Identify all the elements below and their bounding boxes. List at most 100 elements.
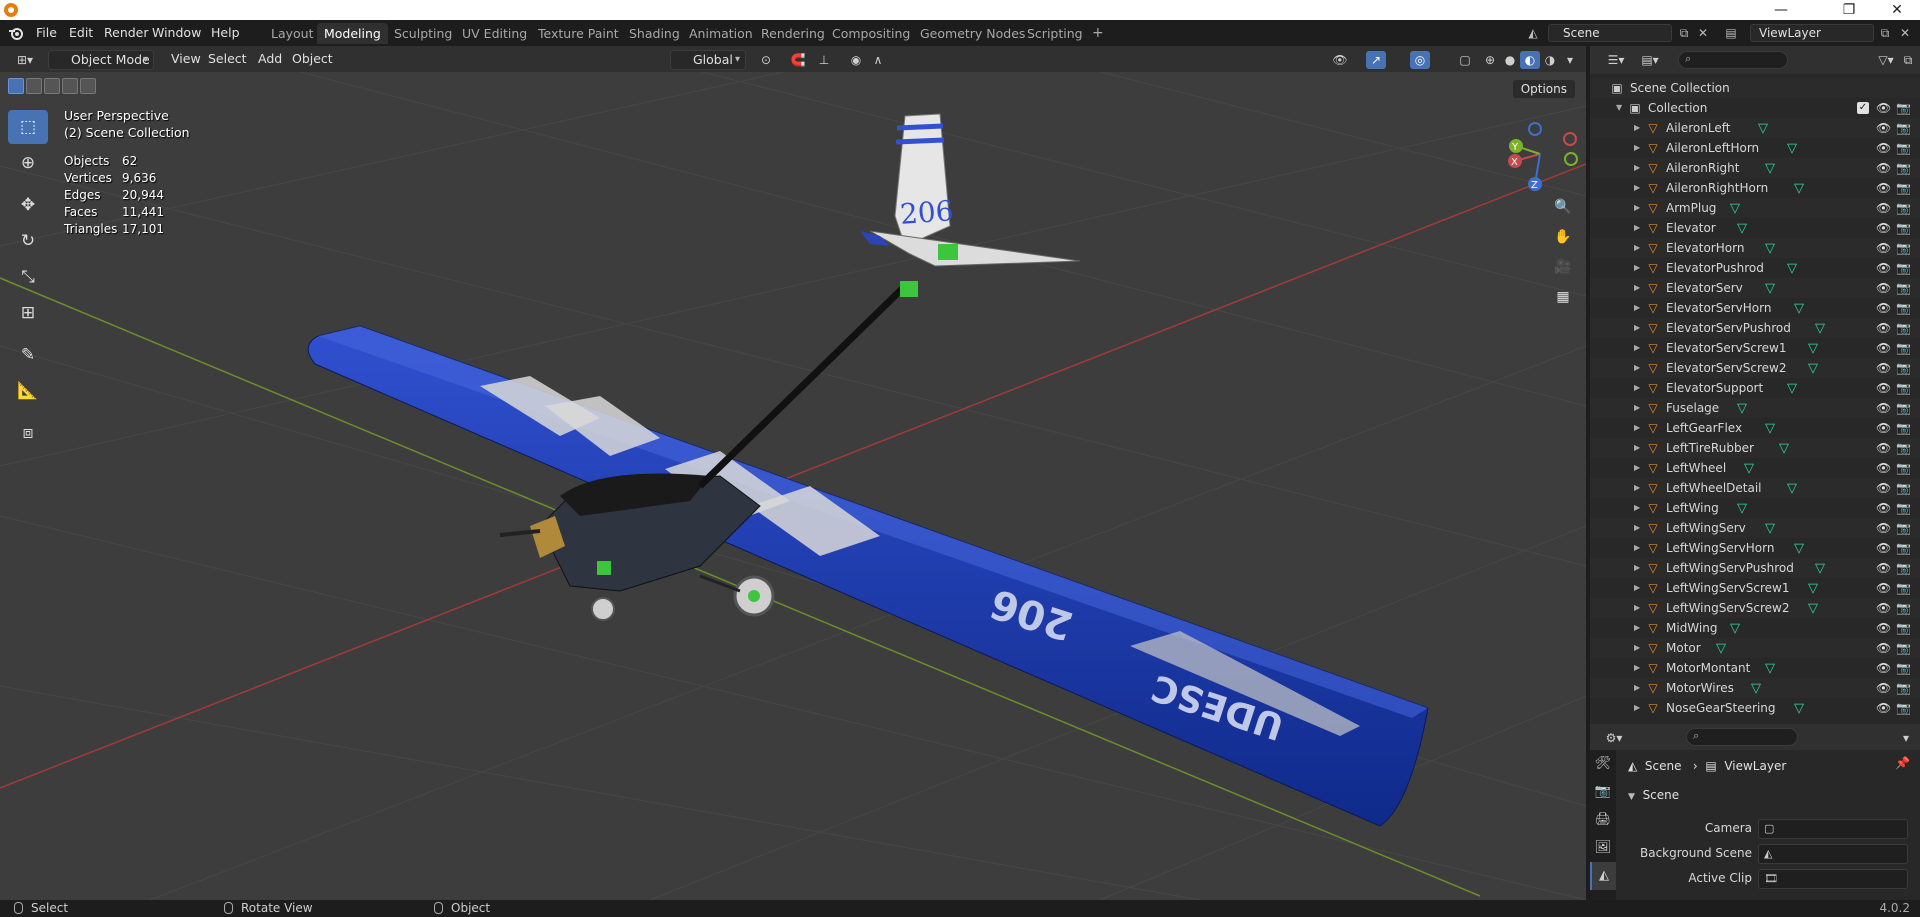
outliner-object-row[interactable]: ▶ ▽ MidWing ▽ 👁 📷	[1590, 618, 1920, 638]
outliner-object-row[interactable]: ▶ ▽ LeftWingServHorn ▽ 👁 📷	[1590, 538, 1920, 558]
collapse-triangle-icon[interactable]: ▼	[1616, 98, 1622, 118]
eye-icon[interactable]: 👁	[1876, 238, 1891, 258]
render-camera-icon[interactable]: 📷	[1896, 98, 1911, 118]
render-camera-icon[interactable]: 📷	[1896, 358, 1911, 378]
outliner-editor-type-icon[interactable]: ☰▾	[1602, 51, 1630, 69]
select-box-tool-icon[interactable]: ⬚	[8, 110, 48, 144]
material-shading-icon[interactable]: ◐	[1520, 51, 1540, 69]
mesh-data-icon[interactable]: ▽	[1794, 179, 1804, 199]
mesh-data-icon[interactable]: ▽	[1758, 119, 1768, 139]
gizmo-neg-z-icon[interactable]	[1528, 122, 1542, 136]
move-tool-icon[interactable]: ✥	[8, 188, 48, 222]
menu-add[interactable]: Add	[252, 50, 288, 70]
active-clip-field[interactable]: 🎞	[1758, 869, 1908, 889]
menu-object[interactable]: Object	[286, 50, 339, 70]
eye-icon[interactable]: 👁	[1876, 658, 1891, 678]
eye-icon[interactable]: 👁	[1876, 98, 1891, 118]
outliner-object-row[interactable]: ▶ ▽ LeftWingServPushrod ▽ 👁 📷	[1590, 558, 1920, 578]
mesh-data-icon[interactable]: ▽	[1737, 499, 1747, 519]
eye-icon[interactable]: 👁	[1876, 398, 1891, 418]
properties-options-icon[interactable]: ▾	[1896, 729, 1916, 747]
eye-icon[interactable]: 👁	[1876, 678, 1891, 698]
mesh-data-icon[interactable]: ▽	[1794, 299, 1804, 319]
outliner-object-row[interactable]: ▶ ▽ LeftGearFlex ▽ 👁 📷	[1590, 418, 1920, 438]
add-workspace-icon[interactable]: +	[1085, 23, 1111, 44]
camera-field[interactable]: ▢	[1758, 819, 1908, 839]
expand-triangle-icon[interactable]: ▶	[1634, 678, 1640, 698]
mesh-data-icon[interactable]: ▽	[1808, 359, 1818, 379]
render-camera-icon[interactable]: 📷	[1896, 618, 1911, 638]
eye-icon[interactable]: 👁	[1876, 698, 1891, 718]
eye-icon[interactable]: 👁	[1876, 338, 1891, 358]
render-camera-icon[interactable]: 📷	[1896, 138, 1911, 158]
eye-icon[interactable]: 👁	[1876, 278, 1891, 298]
minimize-icon[interactable]: —	[1758, 0, 1804, 20]
falloff-icon[interactable]: ∧	[868, 51, 888, 69]
delete-viewlayer-icon[interactable]: ✕	[1896, 25, 1914, 41]
mesh-data-icon[interactable]: ▽	[1730, 619, 1740, 639]
mesh-data-icon[interactable]: ▽	[1794, 539, 1804, 559]
scene-selector[interactable]: Scene	[1548, 24, 1672, 42]
tab-animation[interactable]: Animation	[682, 23, 760, 44]
eye-icon[interactable]: 👁	[1876, 578, 1891, 598]
display-mode-icon[interactable]: ▤▾	[1636, 51, 1664, 69]
expand-triangle-icon[interactable]: ▶	[1634, 218, 1640, 238]
pin-icon[interactable]: 📌	[1895, 756, 1910, 770]
gizmo-neg-y-icon[interactable]	[1564, 152, 1578, 166]
new-viewlayer-icon[interactable]: ⧉	[1876, 25, 1894, 41]
output-tab-icon[interactable]: 🖨	[1590, 806, 1616, 834]
mesh-data-icon[interactable]: ▽	[1751, 679, 1761, 699]
render-camera-icon[interactable]: 📷	[1896, 338, 1911, 358]
scene-panel-header[interactable]: ▼ Scene	[1628, 784, 1910, 806]
render-camera-icon[interactable]: 📷	[1896, 418, 1911, 438]
mesh-data-icon[interactable]: ▽	[1765, 239, 1775, 259]
outliner-object-row[interactable]: ▶ ▽ AileronLeft ▽ 👁 📷	[1590, 118, 1920, 138]
render-camera-icon[interactable]: 📷	[1896, 678, 1911, 698]
outliner-object-row[interactable]: ▶ ▽ ElevatorServPushrod ▽ 👁 📷	[1590, 318, 1920, 338]
rendered-shading-icon[interactable]: ◑	[1540, 51, 1560, 69]
menu-help[interactable]: Help	[205, 24, 246, 42]
expand-triangle-icon[interactable]: ▶	[1634, 698, 1640, 718]
gizmo-neg-x-icon[interactable]	[1563, 132, 1577, 146]
transform-tool-icon[interactable]: ⊞	[8, 296, 48, 330]
render-camera-icon[interactable]: 📷	[1896, 538, 1911, 558]
tab-shading[interactable]: Shading	[622, 23, 687, 44]
render-tab-icon[interactable]: 📷	[1590, 778, 1616, 806]
3d-viewport[interactable]: 206 206 UDESC ⊞▾ Object Mode View Select…	[0, 46, 1586, 900]
expand-triangle-icon[interactable]: ▶	[1634, 358, 1640, 378]
scene-browse-icon[interactable]: ◭	[1524, 25, 1542, 41]
viewlayer-browse-icon[interactable]: ▤	[1722, 25, 1740, 41]
collection-row[interactable]: ▼ ▣ Collection ✓ 👁 📷	[1590, 98, 1920, 118]
expand-triangle-icon[interactable]: ▶	[1634, 198, 1640, 218]
expand-triangle-icon[interactable]: ▶	[1634, 118, 1640, 138]
render-camera-icon[interactable]: 📷	[1896, 478, 1911, 498]
mesh-data-icon[interactable]: ▽	[1765, 279, 1775, 299]
snap-target-icon[interactable]: ⊥	[814, 51, 834, 69]
eye-icon[interactable]: 👁	[1876, 618, 1891, 638]
outliner-search-input[interactable]: ⌕	[1678, 51, 1788, 69]
mesh-data-icon[interactable]: ▽	[1737, 219, 1747, 239]
scene-tab-icon[interactable]: ◭	[1590, 862, 1616, 890]
select-extend-icon[interactable]	[26, 78, 42, 94]
properties-search-input[interactable]: ⌕	[1686, 728, 1798, 746]
outliner-object-row[interactable]: ▶ ▽ ElevatorPushrod ▽ 👁 📷	[1590, 258, 1920, 278]
expand-triangle-icon[interactable]: ▶	[1634, 598, 1640, 618]
transform-orientation-dropdown[interactable]: Global	[670, 50, 746, 70]
expand-triangle-icon[interactable]: ▶	[1634, 158, 1640, 178]
outliner-object-row[interactable]: ▶ ▽ ElevatorSupport ▽ 👁 📷	[1590, 378, 1920, 398]
gizmo-toggle-icon[interactable]: ↗	[1366, 51, 1386, 69]
eye-icon[interactable]: 👁	[1876, 358, 1891, 378]
tab-compositing[interactable]: Compositing	[825, 23, 917, 44]
mesh-data-icon[interactable]: ▽	[1815, 319, 1825, 339]
new-collection-icon[interactable]: ⧉	[1898, 51, 1918, 69]
zoom-icon[interactable]: 🔍	[1550, 194, 1576, 220]
expand-triangle-icon[interactable]: ▶	[1634, 278, 1640, 298]
expand-triangle-icon[interactable]: ▶	[1634, 238, 1640, 258]
navigation-gizmo[interactable]: X Y Z	[1500, 114, 1580, 194]
eye-icon[interactable]: 👁	[1876, 478, 1891, 498]
shading-options-icon[interactable]: ▾	[1560, 51, 1580, 69]
expand-triangle-icon[interactable]: ▶	[1634, 538, 1640, 558]
expand-triangle-icon[interactable]: ▶	[1634, 258, 1640, 278]
render-camera-icon[interactable]: 📷	[1896, 258, 1911, 278]
tab-layout[interactable]: Layout	[264, 23, 321, 44]
